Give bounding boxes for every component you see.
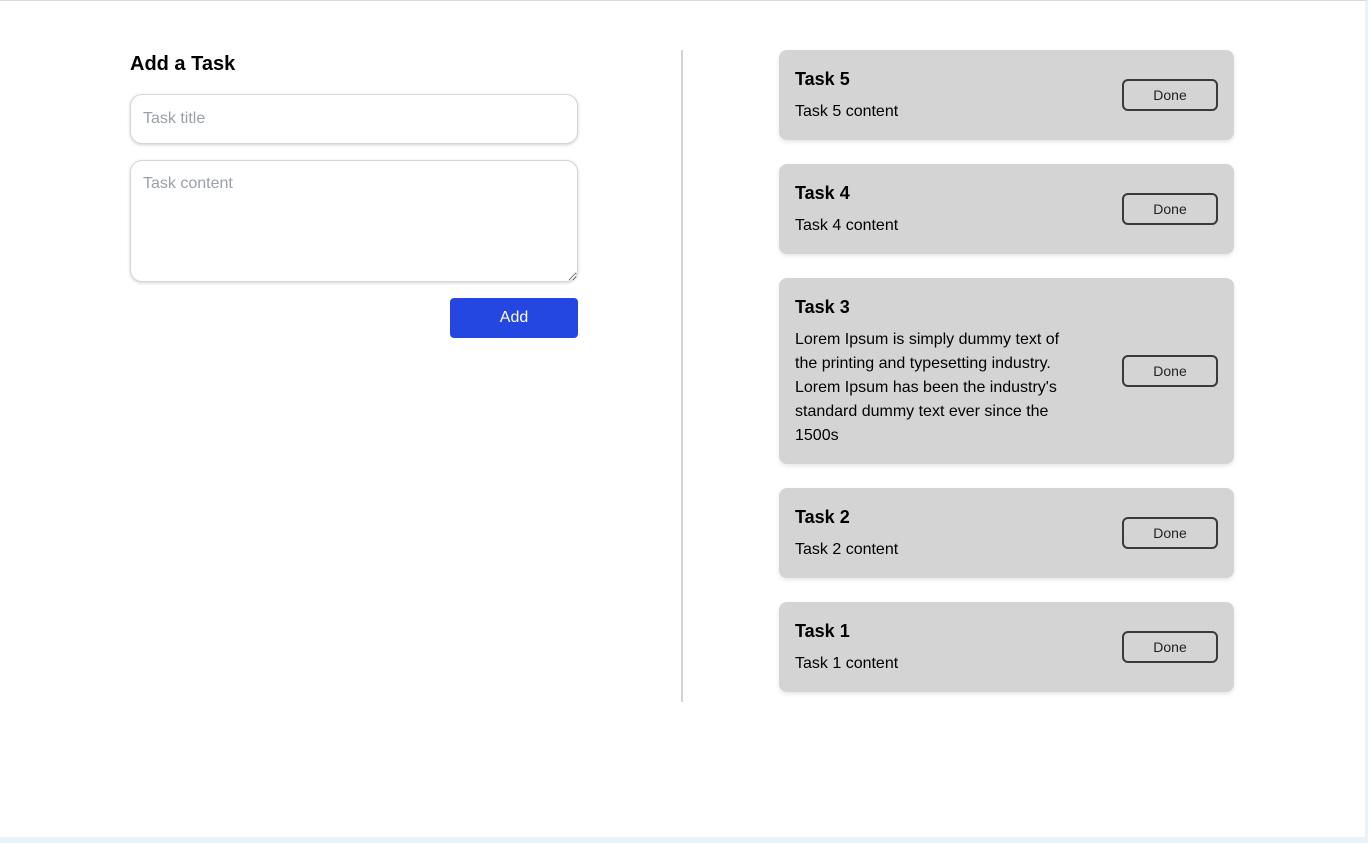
task-card: Task 5 Task 5 content Done xyxy=(779,50,1234,140)
task-text: Task 5 Task 5 content xyxy=(795,66,1085,124)
task-title: Task 3 xyxy=(795,297,850,317)
task-content: Task 4 content xyxy=(795,217,899,234)
task-card: Task 2 Task 2 content Done xyxy=(779,488,1234,578)
task-content: Lorem Ipsum is simply dummy text of the … xyxy=(795,331,1060,444)
task-app: Add a Task Add Task 5 Task 5 content Don… xyxy=(0,0,1368,843)
task-text: Task 4 Task 4 content xyxy=(795,180,1085,238)
task-title: Task 4 xyxy=(795,183,850,203)
task-content-input[interactable] xyxy=(130,160,578,282)
done-button[interactable]: Done xyxy=(1122,193,1218,225)
task-title: Task 2 xyxy=(795,507,850,527)
task-content: Task 1 content xyxy=(795,655,899,672)
add-task-form: Add a Task Add xyxy=(130,50,578,338)
task-card: Task 3 Lorem Ipsum is simply dummy text … xyxy=(779,278,1234,464)
task-card: Task 4 Task 4 content Done xyxy=(779,164,1234,254)
done-button[interactable]: Done xyxy=(1122,79,1218,111)
task-title: Task 1 xyxy=(795,621,850,641)
done-button[interactable]: Done xyxy=(1122,631,1218,663)
add-button-row: Add xyxy=(130,298,578,338)
done-button[interactable]: Done xyxy=(1122,355,1218,387)
task-card: Task 1 Task 1 content Done xyxy=(779,602,1234,692)
vertical-divider xyxy=(681,50,683,702)
task-text: Task 2 Task 2 content xyxy=(795,504,1085,562)
task-text: Task 1 Task 1 content xyxy=(795,618,1085,676)
task-content: Task 5 content xyxy=(795,103,899,120)
task-content: Task 2 content xyxy=(795,541,899,558)
add-button[interactable]: Add xyxy=(450,298,578,338)
form-heading: Add a Task xyxy=(130,53,236,75)
task-title: Task 5 xyxy=(795,69,850,89)
task-title-input[interactable] xyxy=(130,94,578,144)
done-button[interactable]: Done xyxy=(1122,517,1218,549)
task-text: Task 3 Lorem Ipsum is simply dummy text … xyxy=(795,294,1085,448)
task-list: Task 5 Task 5 content Done Task 4 Task 4… xyxy=(779,50,1234,716)
